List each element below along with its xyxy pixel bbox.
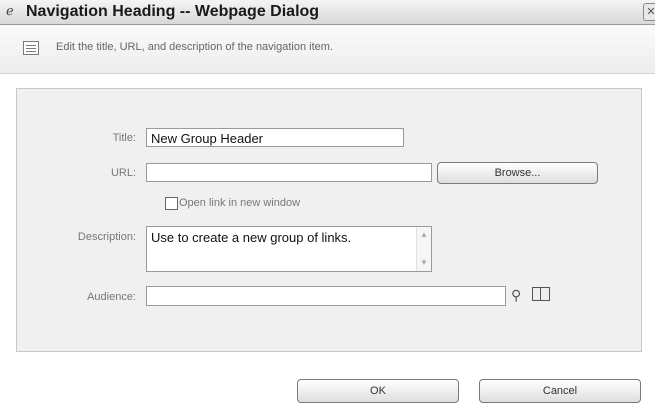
dialog-description: Edit the title, URL, and description of … <box>56 41 333 53</box>
open-new-window-checkbox[interactable] <box>165 197 178 210</box>
people-picker-icon[interactable]: ⚲ <box>511 287 521 304</box>
title-bar: ℯ Navigation Heading -- Webpage Dialog ✕ <box>0 0 655 25</box>
cancel-button[interactable]: Cancel <box>479 379 641 403</box>
open-new-window-label[interactable]: Open link in new window <box>179 197 300 209</box>
dialog-title: Navigation Heading -- Webpage Dialog <box>26 3 320 20</box>
description-bar: Edit the title, URL, and description of … <box>0 25 655 74</box>
title-input[interactable]: New Group Header <box>146 128 404 147</box>
list-page-icon <box>23 41 39 55</box>
url-label: URL: <box>110 167 136 179</box>
close-button[interactable]: ✕ <box>643 3 655 21</box>
audience-input[interactable] <box>146 286 506 306</box>
scroll-down-icon[interactable]: ▼ <box>418 257 430 269</box>
description-label: Description: <box>77 231 136 243</box>
scroll-up-icon[interactable]: ▲ <box>418 229 430 241</box>
url-input[interactable] <box>146 163 432 182</box>
description-text: Use to create a new group of links. <box>151 230 352 245</box>
description-textarea[interactable]: Use to create a new group of links. ▲ ▼ <box>146 226 432 272</box>
ie-page-icon: ℯ <box>6 3 14 18</box>
webpage-dialog: ℯ Navigation Heading -- Webpage Dialog ✕… <box>0 0 655 412</box>
title-label: Title: <box>112 132 136 144</box>
ok-button[interactable]: OK <box>297 379 459 403</box>
browse-button[interactable]: Browse... <box>437 162 598 184</box>
description-scrollbar[interactable]: ▲ ▼ <box>416 227 431 271</box>
address-book-icon[interactable] <box>532 287 550 301</box>
audience-label: Audience: <box>87 291 136 303</box>
